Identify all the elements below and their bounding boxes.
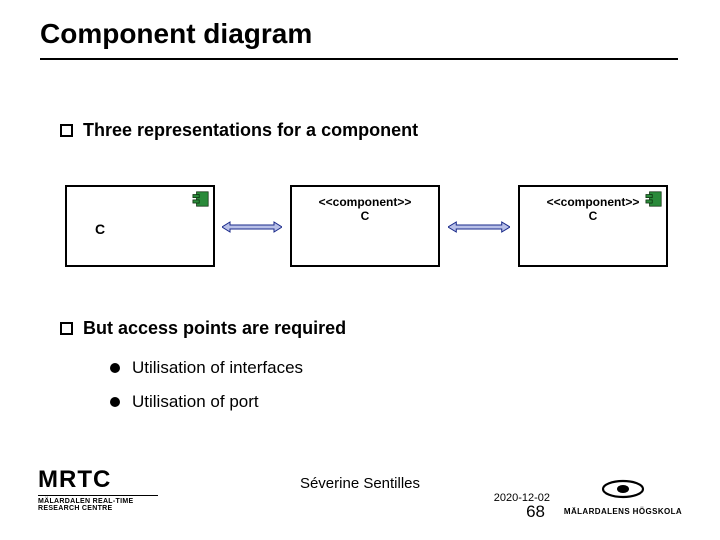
component-box-3: <<component>> C [518,185,668,267]
component-icon [192,190,210,208]
square-bullet-icon [60,124,73,137]
square-bullet-icon [60,322,73,335]
bullet-access-points: But access points are required [60,318,346,339]
sub-bullet-text: Utilisation of interfaces [132,358,303,378]
stereotype-text: <<component>> [292,195,438,209]
page-number: 68 [526,502,545,522]
mdh-logo: MÄLARDALENS HÖGSKOLA [558,478,688,516]
mdh-logo-text: MÄLARDALENS HÖGSKOLA [558,507,688,516]
sub-bullet-interfaces: Utilisation of interfaces [110,358,303,378]
bullet-text: But access points are required [83,318,346,339]
sub-bullet-text: Utilisation of port [132,392,259,412]
mdh-logo-icon [601,478,645,500]
title-underline [40,58,678,60]
mrtc-logo-subtext: MÄLARDALEN REAL-TIME RESEARCH CENTRE [38,495,158,512]
slide: Component diagram Three representations … [0,0,720,540]
component-label: C [95,221,105,237]
bullet-text: Three representations for a component [83,120,418,141]
component-stereotype: <<component>> C [292,195,438,224]
component-box-1: C [65,185,215,267]
component-label: C [292,209,438,223]
page-title: Component diagram [40,18,312,50]
sub-bullet-port: Utilisation of port [110,392,259,412]
component-icon [645,190,663,208]
bullet-three-reps: Three representations for a component [60,120,418,141]
component-label: C [520,209,666,223]
dot-bullet-icon [110,397,120,407]
dot-bullet-icon [110,363,120,373]
arrow-1 [222,220,282,234]
component-box-2: <<component>> C [290,185,440,267]
footer: MRTC MÄLARDALEN REAL-TIME RESEARCH CENTR… [0,462,720,522]
arrow-2 [448,220,510,234]
